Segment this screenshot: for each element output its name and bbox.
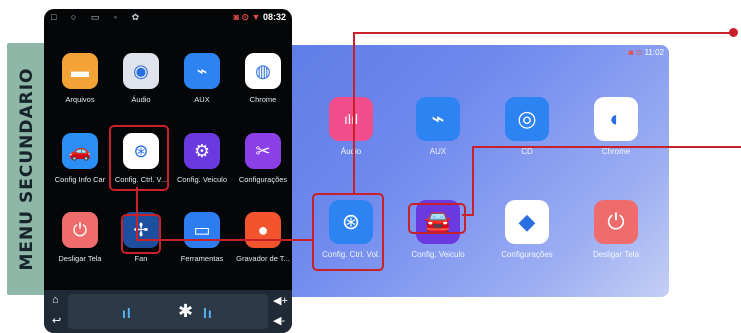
volume-up-button[interactable]: ◀+ xyxy=(273,294,288,307)
connector-v1 xyxy=(136,187,138,240)
highlight-fan-phone xyxy=(121,214,161,254)
screen-app-label: Áudio xyxy=(340,147,362,156)
recorder-icon: ● xyxy=(245,212,281,248)
highlight-vehicle-config-screen xyxy=(408,203,466,234)
toolbox-icon: ▭ xyxy=(184,212,220,248)
power-icon: ⏻ xyxy=(594,200,638,244)
screen-app-0[interactable]: ılıl Áudio xyxy=(314,97,388,156)
phone-dock: ⌂ ↩ ıl ✱ lı ◀+ ◀- xyxy=(44,290,292,333)
folder-icon: ▬ xyxy=(62,53,98,89)
audio-knob-icon: ◉ xyxy=(123,53,159,89)
phone-app-6[interactable]: ⚙ Config. Veiculo xyxy=(172,133,232,184)
eq-right-icon[interactable]: lı xyxy=(203,305,213,321)
phone-app-label: Arquivos xyxy=(65,95,95,104)
phone-status-right: ◙ ⊙ ▼ 08:32 xyxy=(234,12,286,23)
screen-status-icons: ◙ ⊙ xyxy=(628,48,643,57)
phone-app-label: Áudio xyxy=(131,95,151,104)
vehicle-config-icon: ⚙ xyxy=(184,133,220,169)
screen-app-label: Configurações xyxy=(501,250,553,259)
dock-center-panel: ıl ✱ lı xyxy=(68,294,268,329)
settings-icon: ◆ xyxy=(505,200,549,244)
power-icon: ⏻ xyxy=(62,212,98,248)
screen-app-6[interactable]: ◆ Configurações xyxy=(490,200,564,259)
screen-app-label: Desligar Tela xyxy=(592,250,640,259)
bluetooth-icon[interactable]: ✱ xyxy=(178,301,193,322)
connector-h4 xyxy=(472,146,741,148)
screen-app-label: Config. Veiculo xyxy=(411,250,465,259)
screen-app-label: CD xyxy=(521,147,533,156)
phone-app-0[interactable]: ▬ Arquivos xyxy=(50,53,110,104)
connector-h1 xyxy=(136,239,312,241)
phone-app-2[interactable]: ⌁ AUX xyxy=(172,53,232,104)
connector-h2 xyxy=(353,32,734,34)
phone-app-label: Fan xyxy=(134,254,148,263)
phone-app-label: Config Info Car xyxy=(54,175,106,184)
phone-app-3[interactable]: ◍ Chrome xyxy=(233,53,292,104)
phone-app-11[interactable]: ● Gravador de T... xyxy=(233,212,292,263)
phone-status-time: 08:32 xyxy=(262,12,286,22)
aux-cable-icon: ⌁ xyxy=(416,97,460,141)
eq-left-icon[interactable]: ıl xyxy=(122,305,132,321)
phone-app-label: Chrome xyxy=(249,95,277,104)
volume-down-button[interactable]: ◀- xyxy=(273,314,285,327)
phone-app-label: Desligar Tela xyxy=(58,254,102,263)
phone-app-7[interactable]: ✂ Configurações xyxy=(233,133,292,184)
phone-status-bar: □ ○ ▭ ◦ ✿ ◙ ⊙ ▼ 08:32 xyxy=(44,9,292,25)
phone-app-8[interactable]: ⏻ Desligar Tela xyxy=(50,212,110,263)
back-button[interactable]: ↩ xyxy=(52,314,61,327)
screen-app-label: AUX xyxy=(429,147,447,156)
connector-v3 xyxy=(472,146,474,216)
chrome-icon: ◍ xyxy=(245,53,281,89)
highlight-ctrl-vol-phone xyxy=(109,125,169,191)
phone-app-label: Ferramentas xyxy=(180,254,224,263)
phone-app-label: Config. Veiculo xyxy=(176,175,228,184)
tools-icon: ✂ xyxy=(245,133,281,169)
phone-app-label: AUX xyxy=(194,95,210,104)
aux-cable-icon: ⌁ xyxy=(184,53,220,89)
phone-app-label: Gravador de T... xyxy=(236,254,290,263)
screen-status-bar: ▯ ▪ ◙ ⊙ 11:02 xyxy=(629,48,664,57)
home-button[interactable]: ⌂ xyxy=(52,294,59,306)
screen-app-1[interactable]: ⌁ AUX xyxy=(401,97,475,156)
highlight-ctrl-vol-screen xyxy=(312,193,384,271)
phone-app-10[interactable]: ▭ Ferramentas xyxy=(172,212,232,263)
screen-app-label: Chrome xyxy=(601,147,631,156)
screen-status-time: 11:02 xyxy=(644,48,664,57)
connector-dot-top xyxy=(729,28,738,37)
phone-app-4[interactable]: 🚗 Config Info Car xyxy=(50,133,110,184)
audio-wave-icon: ılıl xyxy=(329,97,373,141)
phone-app-label: Configurações xyxy=(238,175,288,184)
chrome-icon: ◐ xyxy=(594,97,638,141)
side-label-strip: MENU SECUNDARIO xyxy=(7,43,47,295)
phone-app-1[interactable]: ◉ Áudio xyxy=(111,53,171,104)
car-info-icon: 🚗 xyxy=(62,133,98,169)
screen-app-7[interactable]: ⏻ Desligar Tela xyxy=(579,200,653,259)
phone-status-left-icons: □ ○ ▭ ◦ ✿ xyxy=(51,12,146,22)
side-label-text: MENU SECUNDARIO xyxy=(17,67,37,271)
phone-status-icons: ◙ ⊙ ▼ xyxy=(233,12,261,22)
connector-v2 xyxy=(353,32,355,193)
cd-icon: ◎ xyxy=(505,97,549,141)
